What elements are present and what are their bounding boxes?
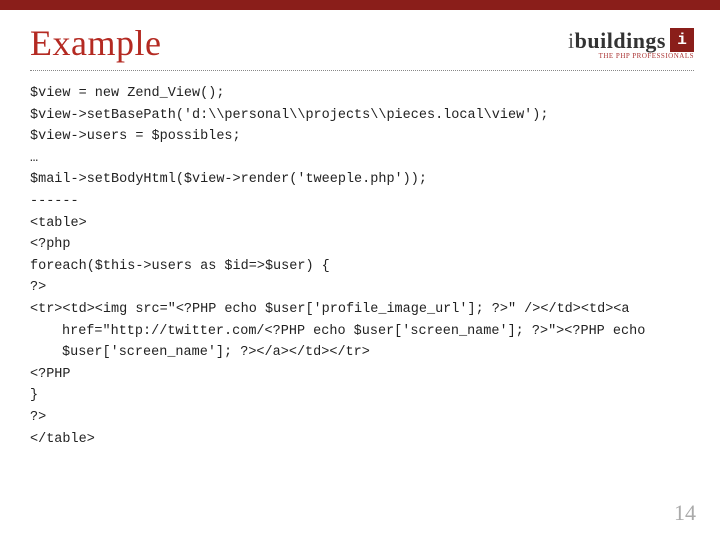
code-line: ------ <box>30 191 690 213</box>
slide-title: Example <box>30 22 161 64</box>
code-line: </table> <box>30 429 690 451</box>
code-line: $view = new Zend_View(); <box>30 83 690 105</box>
slide: Example ibuildings i THE PHP PROFESSIONA… <box>0 0 720 540</box>
code-line: … <box>30 148 690 170</box>
code-line: } <box>30 385 690 407</box>
code-line: <?PHP <box>30 364 690 386</box>
code-line: <tr><td><img src="<?PHP echo $user['prof… <box>30 299 690 321</box>
logo-text: ibuildings <box>568 28 666 54</box>
accent-bar <box>0 0 720 10</box>
code-line: $view->setBasePath('d:\\personal\\projec… <box>30 105 690 127</box>
code-block: $view = new Zend_View(); $view->setBaseP… <box>0 71 720 540</box>
header: Example ibuildings i THE PHP PROFESSIONA… <box>0 10 720 70</box>
logo-badge-icon: i <box>670 28 694 52</box>
code-line: <?php <box>30 234 690 256</box>
code-line: ?> <box>30 277 690 299</box>
code-line: $user['screen_name']; ?></a></td></tr> <box>30 342 690 364</box>
code-line: $mail->setBodyHtml($view->render('tweepl… <box>30 169 690 191</box>
code-line: foreach($this->users as $id=>$user) { <box>30 256 690 278</box>
code-line: ?> <box>30 407 690 429</box>
logo: ibuildings i THE PHP PROFESSIONALS <box>568 22 694 60</box>
code-line: href="http://twitter.com/<?PHP echo $use… <box>30 321 690 343</box>
code-line: $view->users = $possibles; <box>30 126 690 148</box>
page-number: 14 <box>674 500 696 526</box>
code-line: <table> <box>30 213 690 235</box>
